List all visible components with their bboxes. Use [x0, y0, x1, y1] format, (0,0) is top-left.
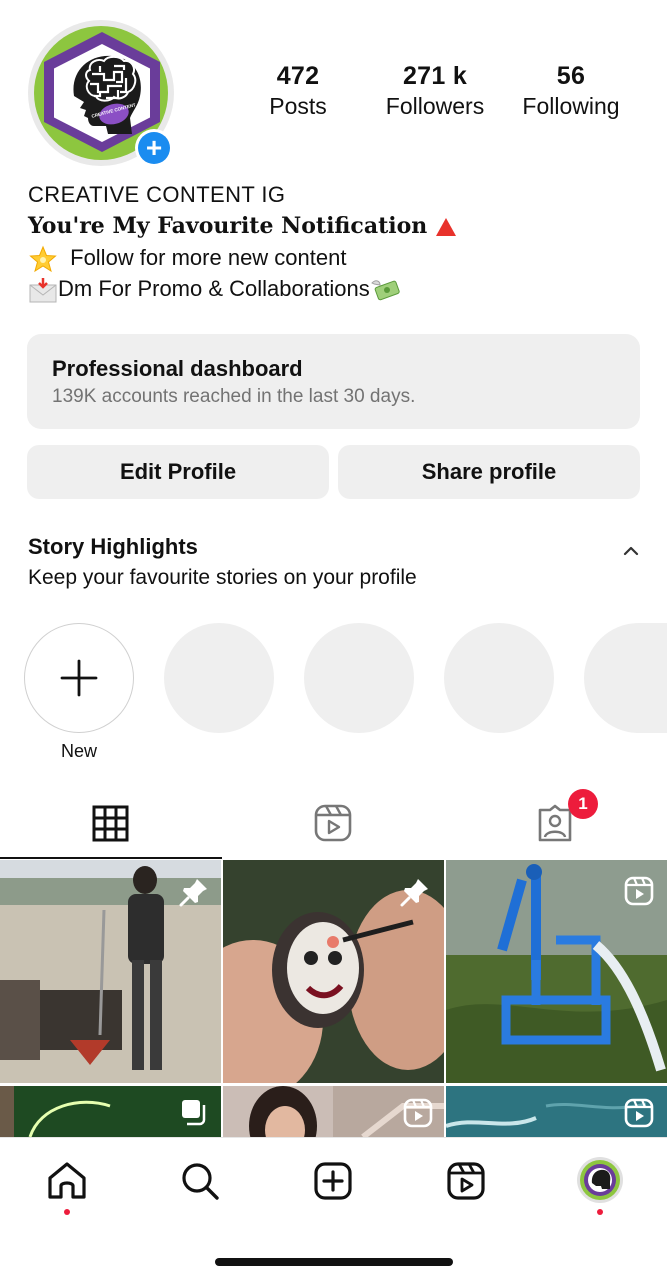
search-icon	[182, 1163, 219, 1200]
nav-profile[interactable]	[577, 1157, 623, 1203]
reels-icon	[447, 1162, 485, 1200]
red-triangle-icon	[435, 218, 456, 236]
bio-line-1: You're My Favourite Notification	[28, 213, 457, 239]
tab-reels[interactable]	[314, 804, 352, 847]
following-count: 56	[556, 62, 586, 90]
plus-icon	[60, 659, 98, 697]
plus-icon: +	[138, 132, 170, 164]
home-icon	[48, 1162, 86, 1199]
dashboard-subtitle: 139K accounts reached in the last 30 day…	[52, 386, 416, 407]
profile-name: CREATIVE CONTENT IG	[28, 182, 286, 207]
home-notification-dot	[64, 1209, 70, 1215]
bio-line-3: Dm For Promo & Collaborations	[28, 276, 402, 303]
nav-create[interactable]	[313, 1161, 353, 1206]
new-highlight-button[interactable]	[24, 623, 134, 733]
pin-icon	[179, 879, 207, 907]
highlight-placeholder	[444, 623, 554, 733]
tagged-notification-badge: 1	[568, 789, 598, 819]
post-thumbnail[interactable]	[0, 1086, 221, 1137]
bio-line-3-text: Dm For Promo & Collaborations	[58, 276, 370, 301]
carousel-icon	[182, 1100, 206, 1126]
highlights-subtitle: Keep your favourite stories on your prof…	[28, 566, 417, 589]
envelope-arrow-icon	[29, 278, 57, 303]
share-profile-button[interactable]: Share profile	[338, 445, 640, 499]
followers-count: 271 k	[402, 62, 468, 90]
following-label: Following	[522, 93, 620, 119]
post-thumbnail[interactable]	[223, 860, 444, 1083]
nav-search[interactable]	[180, 1161, 220, 1206]
post-thumbnail[interactable]	[223, 1086, 444, 1137]
post-thumbnail[interactable]	[0, 860, 221, 1083]
followers-label: Followers	[385, 93, 485, 119]
bio-line-2-text: Follow for more new content	[70, 245, 347, 270]
reel-icon	[624, 876, 654, 906]
posts-stat[interactable]: 472 Posts	[258, 62, 338, 120]
professional-dashboard-card[interactable]: Professional dashboard 139K accounts rea…	[27, 334, 640, 429]
chevron-up-icon[interactable]	[621, 543, 641, 557]
following-stat[interactable]: 56 Following	[511, 62, 631, 120]
create-icon	[314, 1162, 352, 1200]
nav-home[interactable]	[46, 1161, 88, 1206]
highlights-title: Story Highlights	[28, 534, 198, 559]
posts-count: 472	[276, 62, 320, 90]
highlight-placeholder	[304, 623, 414, 733]
post-thumbnail[interactable]	[446, 1086, 667, 1137]
bio-line-2: Follow for more new content	[28, 245, 346, 273]
highlight-placeholder	[164, 623, 274, 733]
tab-tagged[interactable]	[536, 804, 574, 847]
grid-icon	[92, 805, 129, 842]
posts-label: Posts	[269, 93, 327, 119]
followers-stat[interactable]: 271 k Followers	[372, 62, 498, 120]
edit-profile-button[interactable]: Edit Profile	[27, 445, 329, 499]
profile-avatar-icon	[580, 1160, 620, 1200]
add-story-button[interactable]: +	[135, 129, 173, 167]
bio-line-1-text: You're My Favourite Notification	[28, 213, 428, 239]
reel-icon	[624, 1098, 654, 1128]
post-thumbnail[interactable]	[446, 860, 667, 1083]
reel-icon	[403, 1098, 433, 1128]
pin-icon	[400, 879, 428, 907]
new-highlight-label: New	[60, 741, 97, 761]
tab-grid[interactable]	[92, 805, 129, 847]
highlight-placeholder	[584, 623, 667, 733]
glowing-star-icon	[29, 245, 57, 273]
home-indicator	[215, 1258, 453, 1266]
reels-icon	[314, 804, 352, 842]
profile-notification-dot	[597, 1209, 603, 1215]
money-wings-icon	[370, 280, 400, 301]
dashboard-title: Professional dashboard	[52, 356, 303, 381]
nav-reels[interactable]	[446, 1161, 486, 1206]
active-tab-indicator	[0, 857, 222, 859]
